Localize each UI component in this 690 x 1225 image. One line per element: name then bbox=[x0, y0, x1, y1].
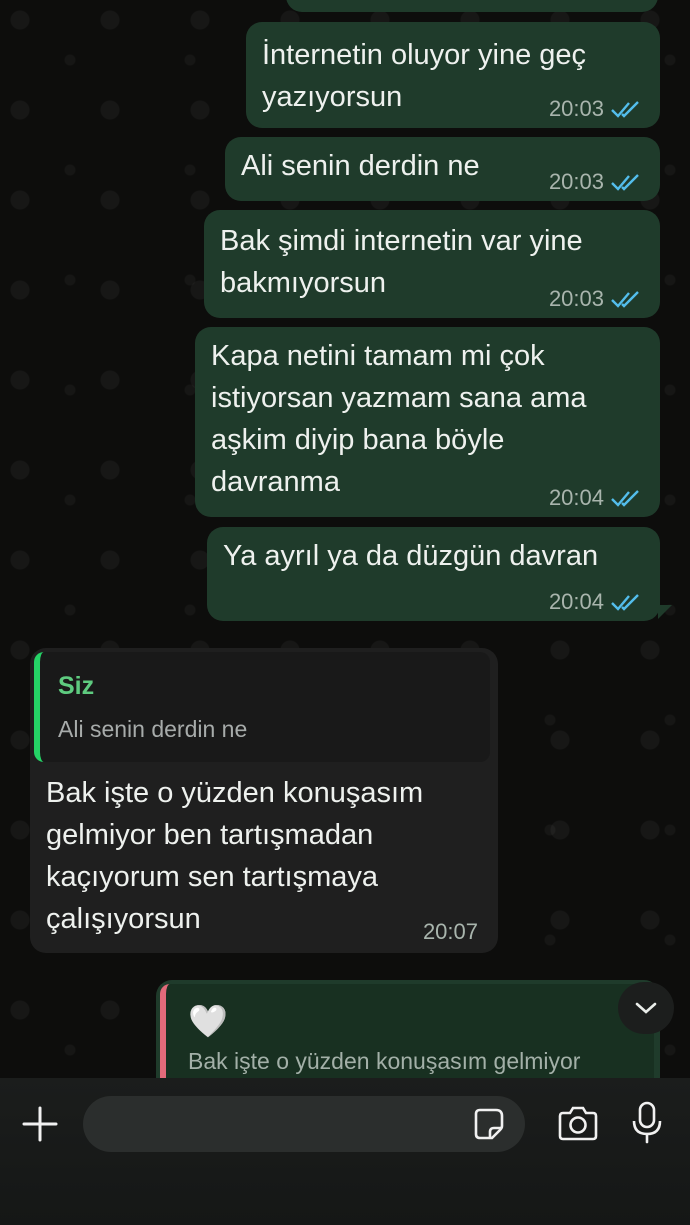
message-input[interactable] bbox=[83, 1096, 525, 1152]
microphone-button[interactable] bbox=[630, 1100, 664, 1146]
message-meta: 20:04 bbox=[549, 485, 642, 511]
attach-button[interactable] bbox=[20, 1104, 60, 1144]
message-time: 20:03 bbox=[548, 96, 604, 121]
message-time: 20:03 bbox=[548, 286, 604, 311]
sticker-button[interactable] bbox=[470, 1106, 506, 1142]
message-meta: 20:07 bbox=[423, 919, 478, 945]
message-meta: 20:03 bbox=[549, 169, 642, 195]
message-text: Bak şimdi internetin var yine bakmıyorsu… bbox=[220, 225, 583, 299]
message-bubble-incoming[interactable]: Siz Ali senin derdin ne Bak işte o yüzde… bbox=[30, 648, 498, 953]
message-text: Ali senin derdin ne bbox=[241, 150, 480, 182]
message-text: İnternetin oluyor yine geç yazıyorsun bbox=[262, 39, 587, 113]
message-meta: 20:03 bbox=[549, 96, 642, 122]
quoted-emoji: 🤍 bbox=[188, 1003, 228, 1039]
message-text: Kapa netini tamam mi çok istiyorsan yazm… bbox=[211, 340, 587, 498]
message-time: 20:04 bbox=[548, 485, 604, 510]
quoted-author: Siz bbox=[58, 672, 95, 700]
quoted-text: Ali senin derdin ne bbox=[58, 716, 248, 742]
microphone-icon bbox=[632, 1101, 662, 1144]
message-bubble-outgoing[interactable]: Kapa netini tamam mi çok istiyorsan yazm… bbox=[195, 327, 660, 517]
message-meta: 20:03 bbox=[549, 286, 642, 312]
camera-icon bbox=[558, 1106, 598, 1141]
bubble-tail bbox=[658, 605, 672, 619]
quoted-text: Bak işte o yüzden konuşasım gelmiyor bbox=[188, 1048, 581, 1074]
camera-button[interactable] bbox=[556, 1104, 600, 1144]
message-bubble-partial[interactable] bbox=[286, 0, 658, 12]
message-bubble-outgoing[interactable]: Bak şimdi internetin var yine bakmıyorsu… bbox=[204, 210, 660, 318]
message-meta: 20:04 bbox=[549, 589, 642, 615]
chevron-down-icon bbox=[635, 1002, 657, 1014]
message-text: Ya ayrıl ya da düzgün davran bbox=[223, 540, 599, 572]
message-time: 20:03 bbox=[548, 169, 604, 194]
message-bubble-outgoing[interactable]: İnternetin oluyor yine geç yazıyorsun 20… bbox=[246, 22, 660, 128]
message-time: 20:07 bbox=[422, 919, 478, 944]
double-check-icon bbox=[611, 101, 639, 118]
quoted-message[interactable]: Siz Ali senin derdin ne bbox=[34, 652, 490, 762]
double-check-icon bbox=[611, 291, 639, 308]
scroll-to-bottom-button[interactable] bbox=[618, 982, 674, 1034]
message-time: 20:04 bbox=[548, 589, 604, 614]
plus-icon bbox=[22, 1106, 58, 1142]
double-check-icon bbox=[611, 174, 639, 191]
double-check-icon bbox=[611, 490, 639, 507]
message-bubble-outgoing[interactable]: Ali senin derdin ne 20:03 bbox=[225, 137, 660, 201]
message-text: Bak işte o yüzden konuşasım gelmiyor ben… bbox=[46, 777, 424, 935]
sticker-icon bbox=[474, 1108, 504, 1140]
double-check-icon bbox=[611, 594, 639, 611]
message-bubble-outgoing[interactable]: Ya ayrıl ya da düzgün davran 20:04 bbox=[207, 527, 660, 621]
